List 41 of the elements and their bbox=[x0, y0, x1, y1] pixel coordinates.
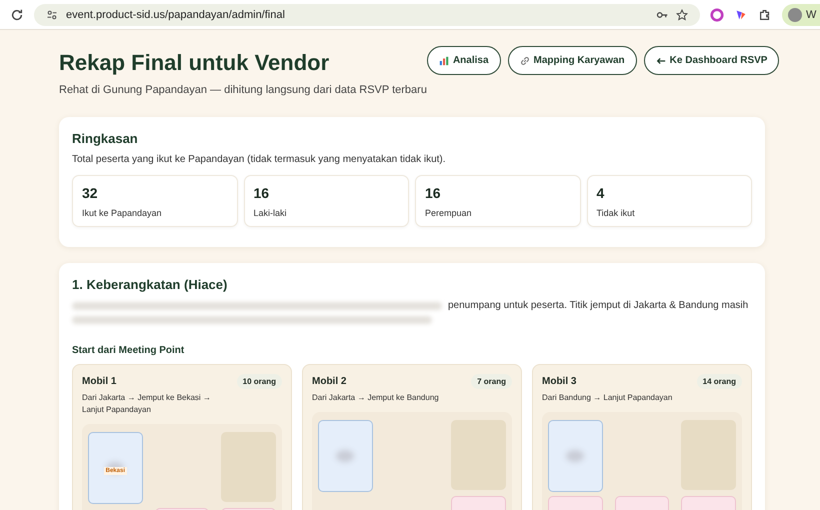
puzzle-icon[interactable] bbox=[758, 8, 772, 22]
car-route: Dari Bandung → Lanjut Papandayan bbox=[542, 392, 674, 404]
color-wheel-icon[interactable] bbox=[710, 8, 724, 22]
passenger-count-badge: 10 orang bbox=[236, 374, 282, 389]
page-subtitle: Rehat di Gunung Papandayan — dihitung langsung dari data RSVP terbaru bbox=[59, 84, 427, 96]
seat bbox=[548, 420, 603, 492]
passenger-count-badge: 7 orang bbox=[471, 374, 512, 389]
stat-label: Tidak ikut bbox=[596, 208, 636, 218]
stat-label: Ikut ke Papandayan bbox=[82, 208, 163, 218]
address-bar[interactable]: event.product-sid.us/papandayan/admin/final bbox=[34, 4, 700, 26]
section-description: penumpang untuk peserta. Titik jemput di Jakarta & Bandung masih bbox=[448, 300, 748, 311]
left-arrow-icon bbox=[656, 56, 666, 66]
section-title: 1. Keberangkatan (Hiace) bbox=[72, 277, 228, 292]
seat bbox=[318, 420, 373, 492]
stat-value: 16 bbox=[425, 185, 442, 201]
stat-value: 32 bbox=[82, 185, 99, 201]
stat-label: Laki-laki bbox=[254, 208, 288, 218]
stat-value: 16 bbox=[254, 185, 270, 201]
nav-button[interactable]: Mapping Karyawan bbox=[508, 46, 637, 75]
car-name: Mobil 2 bbox=[312, 376, 346, 387]
stat-value: 4 bbox=[596, 185, 606, 201]
subsection-title: Start dari Meeting Point bbox=[72, 345, 186, 356]
nav-button[interactable]: Ke Dashboard RSVP bbox=[644, 46, 780, 75]
stat-label: Perempuan bbox=[425, 208, 473, 218]
car-name: Mobil 3 bbox=[542, 376, 576, 387]
car-route: Dari Jakarta → Jemput ke Bandung bbox=[312, 392, 440, 404]
section-title: Ringkasan bbox=[72, 131, 139, 146]
page-title: Rekap Final untuk Vendor bbox=[59, 50, 330, 76]
profile-button[interactable]: W bbox=[782, 4, 820, 26]
passenger-count-badge: 14 orang bbox=[696, 374, 742, 389]
bar-chart-icon bbox=[438, 56, 449, 66]
reload-icon[interactable] bbox=[10, 8, 24, 22]
site-settings-icon[interactable] bbox=[46, 8, 58, 20]
nav-button[interactable]: Analisa bbox=[426, 46, 501, 75]
section-description: Total peserta yang ikut ke Papandayan (tidak termasuk yang menyatakan tidak ikut). bbox=[72, 154, 447, 165]
link-icon bbox=[520, 56, 530, 66]
extension-icon[interactable] bbox=[734, 8, 748, 22]
car-route: Dari Jakarta → Jemput ke Bekasi → Lanjut Papandayan bbox=[82, 392, 212, 416]
url-text: event.product-sid.us/papandayan/admin/final bbox=[66, 8, 285, 20]
car-name: Mobil 1 bbox=[82, 376, 116, 387]
star-icon[interactable] bbox=[676, 8, 688, 20]
